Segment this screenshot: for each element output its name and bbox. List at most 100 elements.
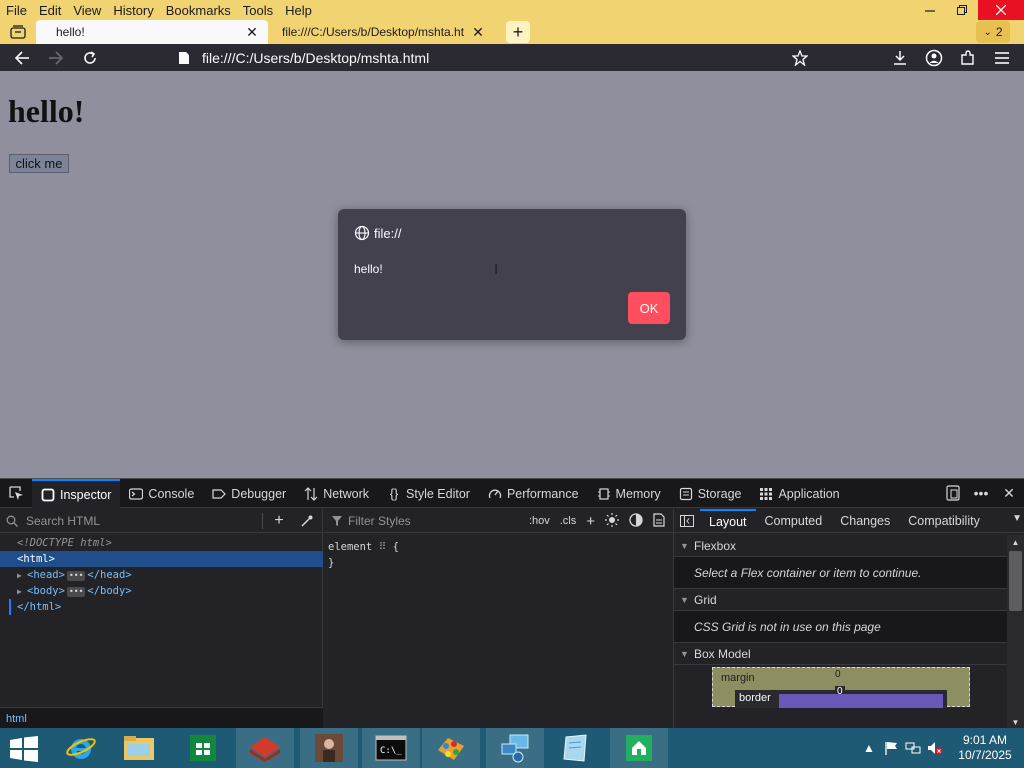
menu-view[interactable]: View: [67, 0, 107, 20]
taskbar-notes-app[interactable]: [546, 728, 604, 768]
tab-storage[interactable]: Storage: [670, 479, 751, 508]
scroll-thumb[interactable]: [1009, 551, 1022, 611]
tab-inspector[interactable]: Inspector: [32, 479, 121, 508]
tab-performance[interactable]: Performance: [479, 479, 588, 508]
collapsed-badge[interactable]: •••: [66, 571, 86, 581]
forward-button[interactable]: [44, 47, 68, 69]
taskbar-internet-explorer[interactable]: [52, 728, 110, 768]
expand-arrow-icon[interactable]: ▶: [17, 568, 27, 584]
tab-computed[interactable]: Computed: [756, 509, 832, 533]
extensions-button[interactable]: [956, 47, 980, 69]
flexbox-section-header[interactable]: ▼ Flexbox: [674, 535, 1007, 557]
restore-button[interactable]: [946, 0, 978, 20]
minimize-icon: [925, 10, 935, 12]
menu-bookmarks[interactable]: Bookmarks: [160, 0, 237, 20]
sidebar-scrollbar[interactable]: ▲ ▼: [1007, 535, 1024, 729]
grid-section-header[interactable]: ▼ Grid: [674, 589, 1007, 611]
box-model-section-header[interactable]: ▼ Box Model: [674, 643, 1007, 665]
show-hidden-icons-icon[interactable]: ▲: [858, 738, 880, 758]
app-menu-button[interactable]: [990, 47, 1014, 69]
address-bar[interactable]: file:///C:/Users/b/Desktop/mshta.html: [176, 46, 816, 70]
menu-tools[interactable]: Tools: [237, 0, 279, 20]
menu-file[interactable]: File: [0, 0, 33, 20]
close-devtools-icon[interactable]: ✕: [1000, 483, 1018, 503]
collapsed-badge[interactable]: •••: [66, 587, 86, 597]
tree-node-html-close[interactable]: </html>: [9, 599, 323, 615]
bookmark-star-button[interactable]: [788, 47, 812, 69]
chevron-down-icon[interactable]: ▼: [1012, 513, 1022, 524]
add-rule-icon[interactable]: +: [586, 513, 595, 530]
network-icon[interactable]: [902, 738, 924, 758]
minimize-button[interactable]: [914, 0, 946, 20]
search-icon: [6, 515, 18, 527]
print-simulation-icon[interactable]: [653, 512, 665, 530]
firefox-view-button[interactable]: [6, 22, 30, 42]
rule-grid-icon: ⠿: [378, 541, 387, 553]
tab-application[interactable]: Application: [750, 479, 848, 508]
element-picker-button[interactable]: [6, 484, 26, 502]
firefox-view-icon: [10, 25, 26, 39]
tree-node-head[interactable]: ▶ <head> ••• </head>: [0, 567, 323, 583]
tab-mshta[interactable]: file:///C:/Users/b/Desktop/mshta.ht ✕: [272, 20, 494, 44]
close-window-button[interactable]: [978, 0, 1024, 20]
tree-node-doctype[interactable]: <!DOCTYPE html>: [0, 535, 323, 551]
more-options-icon[interactable]: •••: [972, 483, 990, 503]
volume-muted-icon[interactable]: [924, 738, 946, 758]
back-button[interactable]: [10, 47, 34, 69]
tab-changes[interactable]: Changes: [831, 509, 899, 533]
start-button[interactable]: [10, 736, 38, 762]
clock[interactable]: 9:01 AM 10/7/2025: [946, 733, 1024, 763]
light-scheme-icon[interactable]: [605, 512, 619, 530]
taskbar-command-prompt[interactable]: C:\_: [362, 728, 420, 768]
ok-button[interactable]: OK: [628, 292, 670, 324]
taskbar-remote-desktop[interactable]: [486, 728, 544, 768]
element-rule: element ⠿ { }: [328, 541, 399, 569]
dark-scheme-icon[interactable]: [629, 512, 643, 530]
tab-list-button[interactable]: ⌄ 2: [976, 21, 1010, 43]
menu-help[interactable]: Help: [279, 0, 318, 20]
menu-bar: File Edit View History Bookmarks Tools H…: [0, 0, 318, 20]
scroll-down-icon[interactable]: ▼: [1007, 715, 1024, 729]
tab-close-icon[interactable]: ✕: [470, 24, 486, 41]
tab-hello[interactable]: hello! ✕: [36, 20, 268, 44]
taskbar-red-app[interactable]: [236, 728, 294, 768]
downloads-button[interactable]: [888, 47, 912, 69]
new-tab-button[interactable]: +: [506, 21, 530, 43]
tab-network[interactable]: Network: [295, 479, 378, 508]
account-button[interactable]: [922, 47, 946, 69]
taskbar-store[interactable]: [174, 728, 232, 768]
click-me-button[interactable]: click me: [9, 154, 69, 173]
breadcrumb-item-html[interactable]: html: [6, 713, 27, 725]
tree-node-body[interactable]: ▶ <body> ••• </body>: [0, 583, 323, 599]
tab-style-editor[interactable]: {} Style Editor: [378, 479, 479, 508]
dom-tree: <!DOCTYPE html> <html> ▶ <head> ••• </head>…: [0, 535, 323, 615]
taskbar-paint-app[interactable]: [422, 728, 480, 768]
action-center-flag-icon[interactable]: [880, 738, 902, 758]
taskbar-file-explorer[interactable]: [110, 728, 168, 768]
tab-layout[interactable]: Layout: [700, 508, 756, 533]
taskbar-photo-app[interactable]: [300, 728, 358, 768]
add-node-button[interactable]: +: [270, 512, 288, 530]
hov-toggle[interactable]: :hov: [529, 515, 550, 527]
menu-history[interactable]: History: [107, 0, 159, 20]
debugger-icon: [212, 487, 227, 501]
network-icon: [304, 486, 318, 501]
eyedropper-button[interactable]: [298, 512, 316, 530]
tab-debugger[interactable]: Debugger: [203, 479, 295, 508]
close-icon: [996, 5, 1006, 15]
taskbar-green-app[interactable]: [610, 728, 668, 768]
tab-memory[interactable]: Memory: [588, 479, 670, 508]
margin-top-value[interactable]: 0: [835, 669, 841, 680]
menu-edit[interactable]: Edit: [33, 0, 67, 20]
tab-console[interactable]: Console: [120, 479, 203, 508]
grid-message: CSS Grid is not in use on this page: [674, 611, 1007, 643]
toggle-sidebar-button[interactable]: [674, 509, 700, 533]
tab-close-icon[interactable]: ✕: [244, 24, 260, 41]
expand-arrow-icon[interactable]: ▶: [17, 584, 27, 600]
responsive-design-icon[interactable]: [944, 483, 962, 503]
scroll-up-icon[interactable]: ▲: [1007, 535, 1024, 549]
reload-button[interactable]: [78, 47, 102, 69]
tree-node-html[interactable]: <html>: [0, 551, 323, 567]
tab-compatibility[interactable]: Compatibility: [899, 509, 989, 533]
cls-toggle[interactable]: .cls: [560, 515, 577, 527]
